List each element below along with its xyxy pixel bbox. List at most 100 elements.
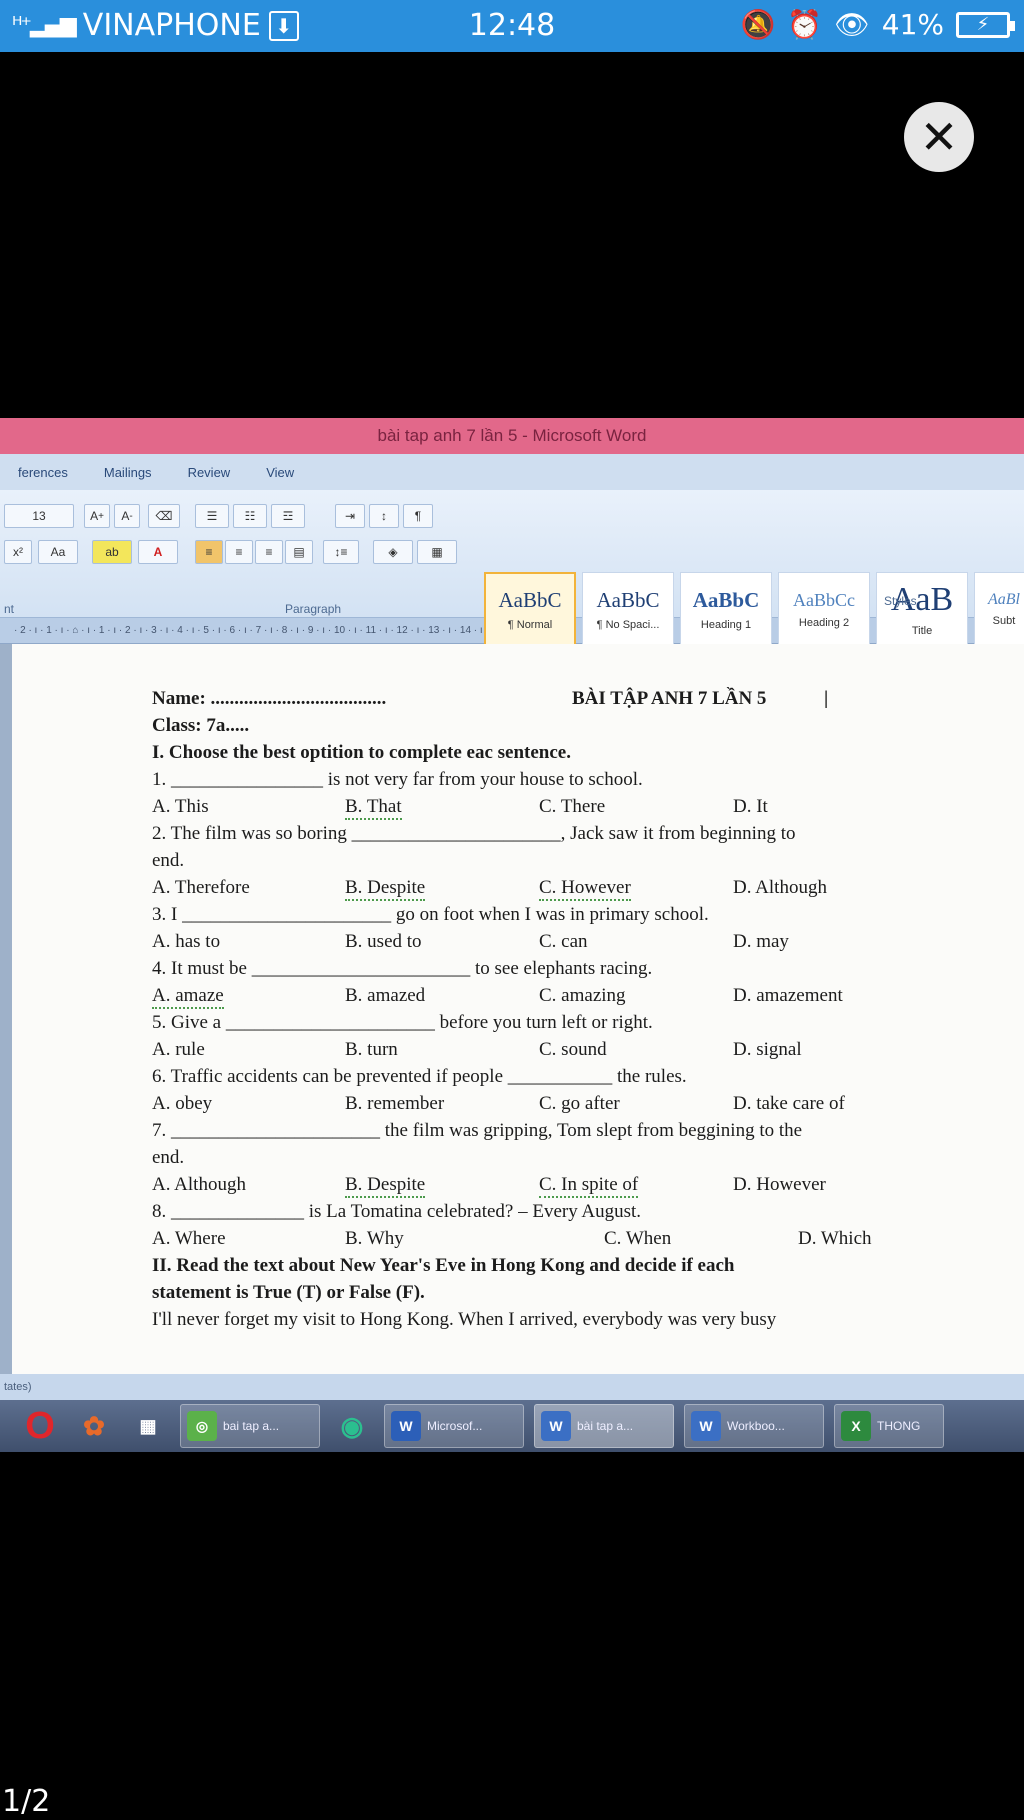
- option-a: A. has to: [152, 931, 221, 952]
- chrome-icon: ◎: [187, 1411, 217, 1441]
- option-b: B. Despite: [345, 1174, 426, 1198]
- option-b: B. Despite: [345, 877, 426, 901]
- excel-icon: X: [841, 1411, 871, 1441]
- option-b: B. That: [345, 796, 402, 820]
- option-b: B. used to: [345, 931, 422, 952]
- taskbar-item: W Microsof...: [384, 1404, 524, 1448]
- superscript-icon: x²: [4, 540, 32, 564]
- taskbar-item: W bài tap a...: [534, 1404, 674, 1448]
- align-center-icon: ≡: [225, 540, 253, 564]
- question-2-options: A. Therefore B. Despite C. However D. Al…: [152, 877, 972, 904]
- question-6-options: A. obey B. remember C. go after D. take …: [152, 1093, 972, 1120]
- option-a: A. This: [152, 796, 209, 817]
- document-page: Name: ..................................…: [12, 644, 1024, 1374]
- mute-icon: 🔕: [740, 8, 776, 41]
- close-button[interactable]: ✕: [904, 102, 974, 172]
- taskbar-item: ◎ bai tap a...: [180, 1404, 320, 1448]
- word-doc-icon: W: [691, 1411, 721, 1441]
- question-4: 4. It must be _______________________ to…: [152, 958, 653, 979]
- option-c: C. go after: [539, 1093, 620, 1114]
- option-d: D. However: [733, 1174, 826, 1195]
- shrink-font-icon: A-: [114, 504, 140, 528]
- word-title-bar: bài tap anh 7 lần 5 - Microsoft Word: [0, 418, 1024, 454]
- reading-passage: I'll never forget my visit to Hong Kong.…: [152, 1309, 777, 1330]
- ribbon-tabs: ferences Mailings Review View: [0, 454, 1024, 490]
- line-spacing-icon: ↕≡: [323, 540, 359, 564]
- ccleaner-icon: ✿: [83, 1410, 105, 1441]
- option-c: C. amazing: [539, 985, 626, 1006]
- style-no-spacing: AaBbC ¶ No Spaci...: [582, 572, 674, 646]
- text-cursor: |: [824, 688, 829, 709]
- opera-icon: O: [25, 1404, 55, 1447]
- option-d: D. It: [733, 796, 768, 817]
- name-label: Name: ..................................…: [152, 688, 387, 709]
- option-a: A. amaze: [152, 985, 224, 1009]
- question-7-cont: end.: [152, 1147, 185, 1168]
- option-c: C. However: [539, 877, 631, 901]
- question-1-options: A. This B. That C. There D. It: [152, 796, 972, 823]
- option-c: C. There: [539, 796, 606, 817]
- multilevel-icon: ☲: [271, 504, 305, 528]
- align-left-icon: ≡: [195, 540, 223, 564]
- font-group-label: nt: [4, 602, 15, 616]
- change-case-icon: Aa: [38, 540, 78, 564]
- option-c: C. can: [539, 931, 588, 952]
- tab-view: View: [266, 464, 295, 480]
- battery-percent: 41%: [881, 8, 944, 41]
- option-c: C. When: [604, 1228, 672, 1249]
- class-line: Class: 7a.....: [152, 715, 250, 736]
- question-4-options: A. amaze B. amazed C. amazing D. amazeme…: [152, 985, 972, 1012]
- question-3: 3. I ______________________ go on foot w…: [152, 904, 709, 925]
- question-8: 8. ______________ is La Tomatina celebra…: [152, 1201, 642, 1222]
- page-indicator: 1/2: [2, 1784, 51, 1819]
- question-6: 6. Traffic accidents can be prevented if…: [152, 1066, 687, 1087]
- word-icon: W: [391, 1411, 421, 1441]
- option-b: B. turn: [345, 1039, 398, 1060]
- option-d: D. amazement: [733, 985, 843, 1006]
- sort-icon: ↕: [369, 504, 399, 528]
- taskbar-item: W Workboo...: [684, 1404, 824, 1448]
- question-8-options: A. Where B. Why C. When D. Which: [152, 1228, 972, 1255]
- style-title: AaB Title: [876, 572, 968, 646]
- paragraph-group-label: Paragraph: [285, 602, 342, 616]
- option-b: B. Why: [345, 1228, 404, 1249]
- option-a: A. Although: [152, 1174, 246, 1195]
- tab-review: Review: [187, 464, 231, 480]
- unikey-icon: ▦: [139, 1415, 157, 1436]
- option-c: C. In spite of: [539, 1174, 639, 1198]
- eye-comfort-icon: 👁: [834, 8, 870, 41]
- section-2-heading-cont: statement is True (T) or False (F).: [152, 1282, 425, 1303]
- tab-references: ferences: [18, 464, 68, 480]
- section-1-heading: I. Choose the best optition to complete …: [152, 742, 571, 763]
- ribbon: 13 A + A- ⌫ x² Aa ab A nt ☰ ☷ ☲ ⇥ ↕ ¶ ≡ ≡…: [0, 490, 1024, 646]
- battery-icon: ⚡: [956, 11, 1015, 38]
- windows-taskbar: O ✿ ▦ ◎ bai tap a... ◉ W Microsof... W b…: [0, 1400, 1024, 1452]
- option-b: B. amazed: [345, 985, 426, 1006]
- taskbar-item: X THONG: [834, 1404, 944, 1448]
- borders-icon: ▦: [417, 540, 457, 564]
- status-right: 🔕 ⏰ 👁 41% ⚡: [740, 8, 1015, 41]
- document-body: Name: ..................................…: [152, 688, 972, 1336]
- bullets-icon: ☰: [195, 504, 229, 528]
- tab-mailings: Mailings: [103, 464, 152, 480]
- option-d: D. Although: [733, 877, 827, 898]
- option-b: B. remember: [345, 1093, 445, 1114]
- name-line: Name: ..................................…: [152, 688, 972, 715]
- font-group: 13 A + A- ⌫ x² Aa ab A nt: [0, 498, 185, 616]
- word-doc-icon: W: [541, 1411, 571, 1441]
- pilcrow-icon: ¶: [403, 504, 433, 528]
- question-5: 5. Give a ______________________ before …: [152, 1012, 653, 1033]
- close-icon: ✕: [919, 110, 959, 164]
- style-normal: AaBbC ¶ Normal: [484, 572, 576, 646]
- styles-group-label: Styles: [884, 594, 917, 608]
- align-right-icon: ≡: [255, 540, 283, 564]
- indent-icon: ⇥: [335, 504, 365, 528]
- font-size-box: 13: [4, 504, 74, 528]
- justify-icon: ▤: [285, 540, 313, 564]
- word-window-photo: bài tap anh 7 lần 5 - Microsoft Word fer…: [0, 418, 1024, 1452]
- highlight-icon: ab: [92, 540, 132, 564]
- clear-format-icon: ⌫: [148, 504, 180, 528]
- question-3-options: A. has to B. used to C. can D. may: [152, 931, 972, 958]
- option-a: A. Therefore: [152, 877, 250, 898]
- style-heading-2: AaBbCc Heading 2: [778, 572, 870, 646]
